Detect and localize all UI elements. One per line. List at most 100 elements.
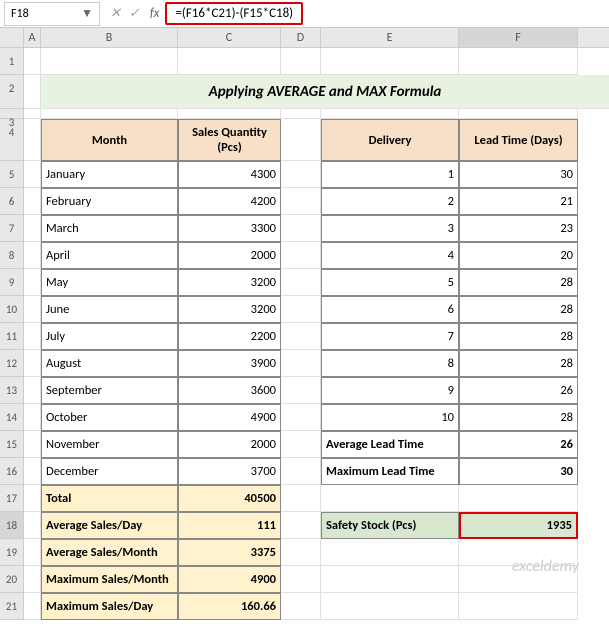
formula-input[interactable]: =(F16*C21)-(F15*C18)	[165, 2, 303, 25]
cell[interactable]: 1	[321, 161, 459, 188]
cell[interactable]: 111	[178, 512, 281, 539]
cell[interactable]	[281, 323, 321, 350]
cell[interactable]: 3200	[178, 269, 281, 296]
cell[interactable]: 5	[321, 269, 459, 296]
cell[interactable]: March	[41, 215, 178, 242]
cell[interactable]	[281, 485, 321, 512]
row-3[interactable]: 3	[0, 109, 23, 119]
cell[interactable]: 3600	[178, 377, 281, 404]
cell[interactable]: August	[41, 350, 178, 377]
cell[interactable]	[459, 48, 578, 75]
row-6[interactable]: 6	[0, 188, 23, 215]
title[interactable]: Applying AVERAGE and MAX Formula	[41, 75, 609, 109]
cell[interactable]	[281, 109, 321, 119]
row-21[interactable]: 21	[0, 593, 23, 620]
cell[interactable]	[281, 512, 321, 539]
cell[interactable]: June	[41, 296, 178, 323]
row-18[interactable]: 18	[0, 512, 23, 539]
row-19[interactable]: 19	[0, 539, 23, 566]
cell[interactable]	[24, 404, 41, 431]
row-14[interactable]: 14	[0, 404, 23, 431]
row-9[interactable]: 9	[0, 269, 23, 296]
cell[interactable]: 28	[459, 323, 578, 350]
row-15[interactable]: 15	[0, 431, 23, 458]
cell[interactable]: 28	[459, 350, 578, 377]
cell[interactable]: 3700	[178, 458, 281, 485]
col-D[interactable]: D	[281, 28, 321, 47]
cell[interactable]	[281, 404, 321, 431]
cell[interactable]	[281, 48, 321, 75]
cell[interactable]: 28	[459, 404, 578, 431]
cell[interactable]	[24, 566, 41, 593]
cell[interactable]: 28	[459, 296, 578, 323]
cell[interactable]: 4	[321, 242, 459, 269]
cell[interactable]: Total	[41, 485, 178, 512]
cancel-icon[interactable]: ✕	[110, 6, 121, 21]
cell[interactable]	[24, 431, 41, 458]
cell[interactable]	[24, 512, 41, 539]
cell[interactable]: 6	[321, 296, 459, 323]
cell[interactable]	[281, 350, 321, 377]
cell[interactable]	[24, 296, 41, 323]
cell[interactable]	[321, 109, 459, 119]
cell[interactable]: 28	[459, 269, 578, 296]
col-F[interactable]: F	[459, 28, 578, 47]
row-7[interactable]: 7	[0, 215, 23, 242]
cell[interactable]	[24, 188, 41, 215]
cell[interactable]	[24, 593, 41, 620]
row-17[interactable]: 17	[0, 485, 23, 512]
row-8[interactable]: 8	[0, 242, 23, 269]
cell[interactable]	[24, 75, 41, 109]
cell[interactable]	[281, 161, 321, 188]
cell[interactable]	[321, 566, 459, 593]
cell[interactable]: 30	[459, 161, 578, 188]
cell[interactable]	[281, 539, 321, 566]
cell[interactable]	[281, 593, 321, 620]
cell[interactable]	[24, 485, 41, 512]
cell[interactable]: September	[41, 377, 178, 404]
cell[interactable]	[321, 48, 459, 75]
cell[interactable]	[281, 188, 321, 215]
cell[interactable]: Average Sales/Day	[41, 512, 178, 539]
cell[interactable]: 2000	[178, 431, 281, 458]
cell[interactable]: 3900	[178, 350, 281, 377]
cell[interactable]: December	[41, 458, 178, 485]
cell[interactable]	[321, 485, 459, 512]
hdr-lt[interactable]: Lead Time (Days)	[459, 119, 578, 161]
cell[interactable]	[459, 485, 578, 512]
col-A[interactable]: A	[24, 28, 41, 47]
hdr-month[interactable]: Month	[41, 119, 178, 161]
cell[interactable]: February	[41, 188, 178, 215]
cell[interactable]: July	[41, 323, 178, 350]
cell[interactable]: 3	[321, 215, 459, 242]
row-20[interactable]: 20	[0, 566, 23, 593]
hdr-sq[interactable]: Sales Quantity (Pcs)	[178, 119, 281, 161]
cell[interactable]: Average Lead Time	[321, 431, 459, 458]
cell[interactable]	[178, 48, 281, 75]
cell[interactable]	[281, 242, 321, 269]
cell[interactable]	[24, 350, 41, 377]
cell[interactable]: Maximum Lead Time	[321, 458, 459, 485]
cell[interactable]: October	[41, 404, 178, 431]
row-1[interactable]: 1	[0, 48, 23, 75]
cell[interactable]	[281, 377, 321, 404]
cell[interactable]: 4300	[178, 161, 281, 188]
cell[interactable]	[24, 458, 41, 485]
cell[interactable]: 7	[321, 323, 459, 350]
cell[interactable]: November	[41, 431, 178, 458]
row-4[interactable]: 4	[0, 119, 23, 161]
select-all[interactable]	[0, 28, 24, 47]
cell[interactable]	[24, 109, 41, 119]
cell[interactable]	[24, 119, 41, 161]
cell[interactable]: 3300	[178, 215, 281, 242]
cell[interactable]: 20	[459, 242, 578, 269]
cell[interactable]: 3200	[178, 296, 281, 323]
cell[interactable]: 40500	[178, 485, 281, 512]
cell[interactable]: 30	[459, 458, 578, 485]
cell[interactable]	[459, 566, 578, 593]
cell[interactable]	[41, 48, 178, 75]
col-C[interactable]: C	[178, 28, 281, 47]
hdr-del[interactable]: Delivery	[321, 119, 459, 161]
cell[interactable]: April	[41, 242, 178, 269]
dropdown-icon[interactable]: ▼	[81, 6, 93, 21]
